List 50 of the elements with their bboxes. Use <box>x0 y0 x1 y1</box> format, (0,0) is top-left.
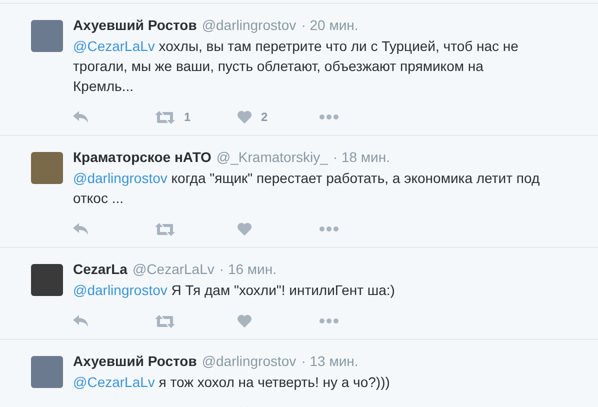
like-button[interactable] <box>237 110 252 124</box>
reply-icon <box>73 223 89 235</box>
like-button[interactable] <box>237 314 252 328</box>
more-button[interactable] <box>319 318 339 324</box>
user-handle: @CezarLaLv <box>132 261 214 277</box>
retweet-button[interactable] <box>155 110 175 124</box>
like-button[interactable] <box>237 222 252 236</box>
user-name: Ахуевший Ростов <box>73 17 197 33</box>
more-button[interactable] <box>319 226 339 232</box>
retweet-count: 1 <box>184 110 191 124</box>
heart-icon <box>237 314 252 328</box>
more-icon <box>319 226 339 232</box>
reply-button[interactable] <box>73 315 89 327</box>
retweet-icon <box>155 314 175 328</box>
avatar-photo-placeholder <box>31 20 63 52</box>
mention-link[interactable]: @CezarLaLv <box>73 38 155 54</box>
user-name: Ахуевший Ростов <box>73 353 197 369</box>
tweet-time: · 20 мин. <box>301 17 358 33</box>
avatar-photo-placeholder <box>31 264 63 296</box>
more-icon <box>319 318 339 324</box>
tweet-text: @CezarLaLv я тож хохол на четверть! ну а чо?))) <box>73 373 391 392</box>
tweet-time: · 18 мин. <box>332 149 390 165</box>
retweet-button[interactable] <box>155 314 175 328</box>
like-count: 2 <box>261 110 268 124</box>
user-handle: @darlingrostov <box>202 353 296 369</box>
heart-icon <box>237 110 252 124</box>
retweet-button[interactable] <box>155 222 175 236</box>
reply-button[interactable] <box>73 223 89 235</box>
reply-button[interactable] <box>73 111 89 123</box>
tweet-text: @darlingrostov Я Тя дам "хохли"! интилиГент ша:) <box>73 281 396 300</box>
tweet-text: @darlingrostov когда "ящик" перестает работать, а экономика летит под откос ... <box>73 169 541 208</box>
user-handle: @_Kramatorskiy_ <box>216 149 328 165</box>
heart-icon <box>237 222 252 236</box>
mention-link[interactable]: @darlingrostov <box>73 170 168 186</box>
avatar-photo-placeholder <box>31 356 63 388</box>
avatar-photo-placeholder <box>31 152 63 184</box>
reply-icon <box>73 111 89 123</box>
retweet-icon <box>155 110 175 124</box>
user-handle: @darlingrostov <box>202 17 296 33</box>
retweet-icon <box>155 222 175 236</box>
user-name: Краматорское нАТО <box>73 149 212 165</box>
mention-link[interactable]: @darlingrostov <box>73 282 168 298</box>
tweet-time: · 16 мин. <box>219 261 276 277</box>
tweet-text: @CezarLaLv хохлы, вы там перетрите что ли с Турцией, чтоб нас не трогали, мы же ваши, пусть облетают, объезжают прямиком на Кремль... <box>73 37 520 96</box>
more-icon <box>319 114 339 120</box>
more-button[interactable] <box>319 114 339 120</box>
tweet-time: · 13 мин. <box>301 353 358 369</box>
user-name: CezarLa <box>73 261 128 277</box>
reply-icon <box>73 315 89 327</box>
mention-link[interactable]: @CezarLaLv <box>73 374 155 390</box>
